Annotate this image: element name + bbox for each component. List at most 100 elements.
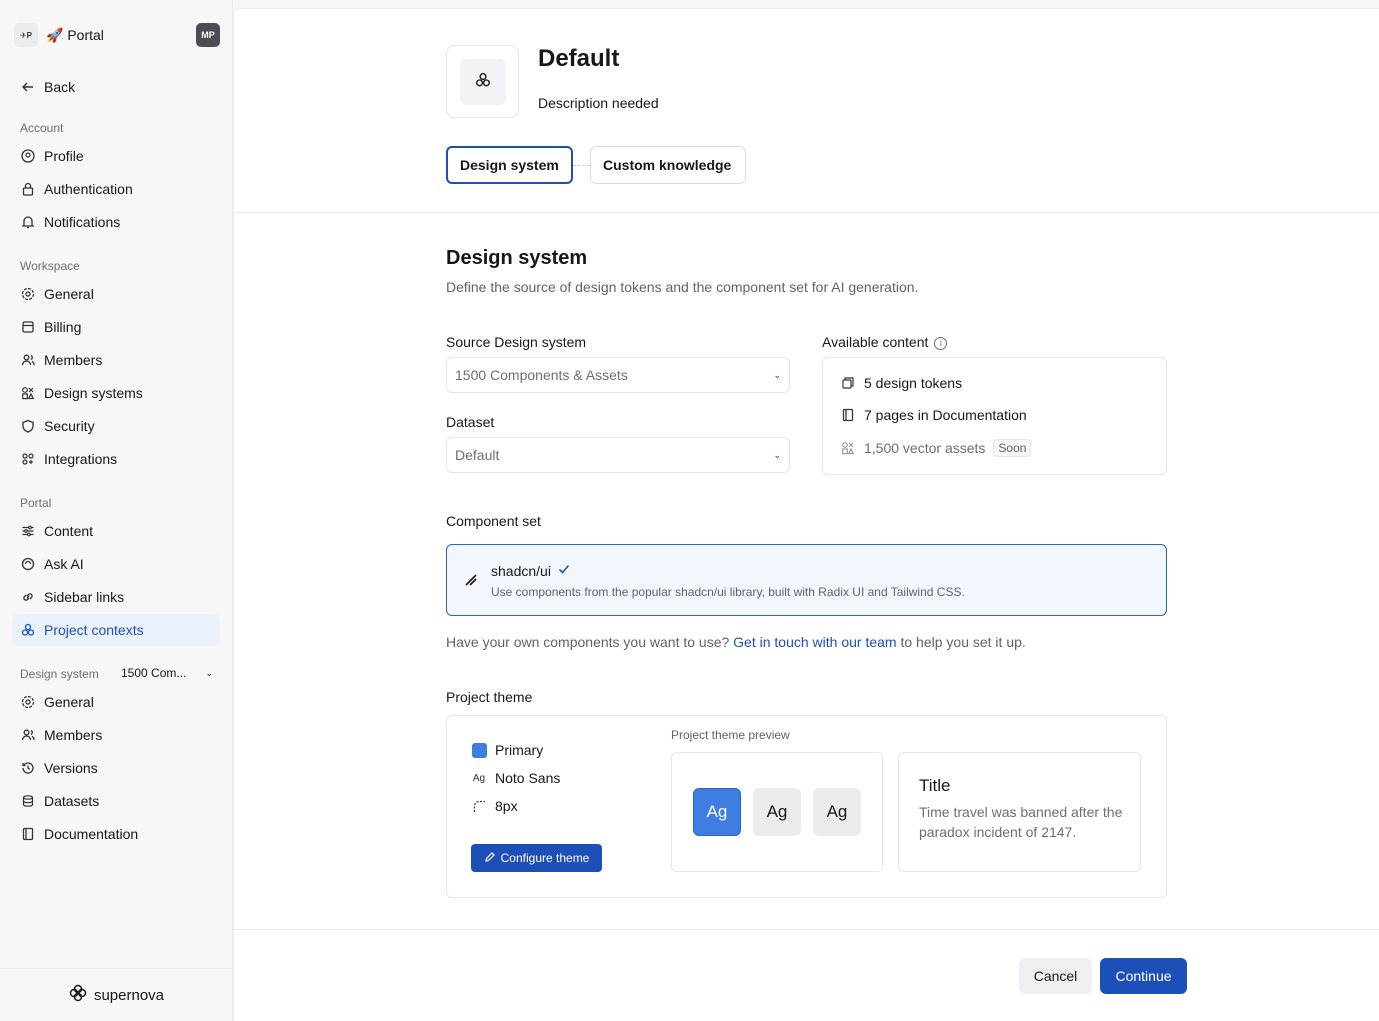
- preview-title: Title: [919, 776, 951, 795]
- available-tokens: 5 design tokens: [864, 375, 963, 391]
- sidebar-item-members[interactable]: Members: [12, 344, 220, 376]
- sidebar-item-documentation[interactable]: Documentation: [12, 818, 220, 850]
- theme-radius-label: 8px: [495, 798, 518, 814]
- sidebar-item-label: Project contexts: [44, 622, 144, 638]
- component-set-card[interactable]: shadcn/ui Use components from the popula…: [446, 544, 1167, 616]
- shapes-icon: [20, 385, 36, 401]
- sidebar-item-label: Security: [44, 418, 95, 434]
- supernova-brand: supernova: [93, 986, 165, 1004]
- sidebar-header: ✈P 🚀 Portal MP: [14, 22, 220, 48]
- page-description[interactable]: Description needed: [538, 95, 659, 111]
- sidebar-item-label: Datasets: [44, 793, 100, 809]
- link-icon: [20, 589, 36, 605]
- font-icon: Ag: [472, 772, 486, 784]
- tokens-icon: [840, 375, 856, 391]
- sidebar-item-notifications[interactable]: Notifications: [12, 206, 220, 238]
- contact-team-link[interactable]: Get in touch with our team: [733, 634, 896, 650]
- grid-icon: [20, 451, 36, 467]
- users-icon: [20, 727, 36, 743]
- continue-button[interactable]: Continue: [1100, 958, 1187, 994]
- project-theme-card: Primary Ag Noto Sans 8px Configure theme…: [446, 715, 1167, 898]
- list-item: 1,500 vector assets Soon: [840, 439, 1032, 457]
- gear-icon: [20, 286, 36, 302]
- dataset-label: Dataset: [446, 414, 495, 430]
- project-icon: [446, 45, 519, 118]
- preview-body: Time travel was banned after the paradox…: [919, 804, 1123, 840]
- pencil-icon: [484, 851, 496, 866]
- ai-icon: [20, 556, 36, 572]
- cancel-button[interactable]: Cancel: [1019, 958, 1092, 994]
- available-vectors: 1,500 vector assets: [864, 440, 986, 456]
- available-content-label-text: Available content: [822, 334, 929, 350]
- sidebar-item-sidebar-links[interactable]: Sidebar links: [12, 581, 220, 613]
- supernova-logo-icon: [68, 983, 88, 1007]
- sidebar-item-ask-ai[interactable]: Ask AI: [12, 548, 220, 580]
- account-section-label: Account: [20, 121, 64, 135]
- sidebar-item-ds-members[interactable]: Members: [12, 719, 220, 751]
- footer-bar: Cancel Continue: [234, 929, 1379, 1021]
- sidebar: ✈P 🚀 Portal MP Back Account Profile Auth…: [0, 0, 233, 1021]
- source-design-system-select[interactable]: 1500 Components & Assets ⌄: [446, 357, 790, 393]
- sidebar-item-billing[interactable]: Billing: [12, 311, 220, 343]
- dataset-select-value: Default: [455, 447, 500, 463]
- database-icon: [20, 793, 36, 809]
- design-system-section-label: Design system: [20, 667, 99, 681]
- sidebar-item-label: Members: [44, 352, 103, 368]
- info-icon[interactable]: i: [934, 336, 948, 350]
- book-icon: [20, 826, 36, 842]
- shield-icon: [20, 418, 36, 434]
- tab-custom-knowledge[interactable]: Custom knowledge: [590, 146, 746, 184]
- sidebar-item-label: General: [44, 694, 94, 710]
- theme-font-label: Noto Sans: [495, 770, 561, 786]
- sidebar-item-label: Versions: [44, 760, 98, 776]
- sidebar-item-versions[interactable]: Versions: [12, 752, 220, 784]
- sidebar-item-content[interactable]: Content: [12, 515, 220, 547]
- portal-name[interactable]: 🚀 Portal: [46, 27, 104, 44]
- sidebar-item-profile[interactable]: Profile: [12, 140, 220, 172]
- design-system-select-value: 1500 Com...: [121, 666, 187, 680]
- preview-tertiary-button: Ag: [813, 788, 861, 836]
- project-header: Default Description needed Design system…: [234, 9, 1379, 213]
- tab-design-system[interactable]: Design system: [446, 146, 573, 184]
- gear-icon: [20, 694, 36, 710]
- configure-theme-button[interactable]: Configure theme: [471, 844, 602, 872]
- sidebar-item-label: Profile: [44, 148, 84, 164]
- workspace-section-label: Workspace: [20, 259, 80, 273]
- sidebar-item-design-systems[interactable]: Design systems: [12, 377, 220, 409]
- back-label: Back: [44, 79, 76, 95]
- help-suffix: to help you set it up.: [900, 634, 1026, 650]
- design-system-select[interactable]: 1500 Com... ⌄: [121, 666, 213, 680]
- help-text: Have your own components you want to use…: [446, 634, 1026, 650]
- sidebar-item-datasets[interactable]: Datasets: [12, 785, 220, 817]
- sidebar-item-ds-general[interactable]: General: [12, 686, 220, 718]
- back-button[interactable]: Back: [12, 71, 220, 103]
- tab-connector: [573, 165, 590, 166]
- section-description: Define the source of design tokens and t…: [446, 279, 919, 295]
- receipt-icon: [20, 319, 36, 335]
- avatar[interactable]: MP: [196, 23, 220, 47]
- sidebar-item-authentication[interactable]: Authentication: [12, 173, 220, 205]
- user-circle-icon: [20, 148, 36, 164]
- sliders-icon: [20, 523, 36, 539]
- theme-font-row: Ag Noto Sans: [471, 770, 561, 786]
- sidebar-item-label: Ask AI: [44, 556, 84, 572]
- chevron-down-icon: ⌄: [205, 667, 213, 678]
- theme-preview-text: Title Time travel was banned after the p…: [898, 752, 1141, 872]
- sidebar-item-label: Notifications: [44, 214, 121, 230]
- users-icon: [20, 352, 36, 368]
- source-label: Source Design system: [446, 334, 587, 350]
- available-content-label: Available content i: [822, 334, 948, 350]
- available-pages: 7 pages in Documentation: [864, 407, 1027, 423]
- dataset-select[interactable]: Default ⌄: [446, 437, 790, 473]
- portal-logo[interactable]: ✈P: [14, 23, 38, 47]
- sidebar-item-general[interactable]: General: [12, 278, 220, 310]
- sidebar-item-project-contexts[interactable]: Project contexts: [12, 614, 220, 646]
- arrow-left-icon: [20, 79, 36, 95]
- sidebar-item-integrations[interactable]: Integrations: [12, 443, 220, 475]
- section-title: Design system: [446, 247, 588, 269]
- check-icon: [557, 562, 571, 579]
- portal-section-label: Portal: [20, 496, 52, 510]
- sidebar-footer: supernova: [0, 968, 232, 1021]
- sidebar-item-security[interactable]: Security: [12, 410, 220, 442]
- help-prefix: Have your own components you want to use…: [446, 634, 730, 650]
